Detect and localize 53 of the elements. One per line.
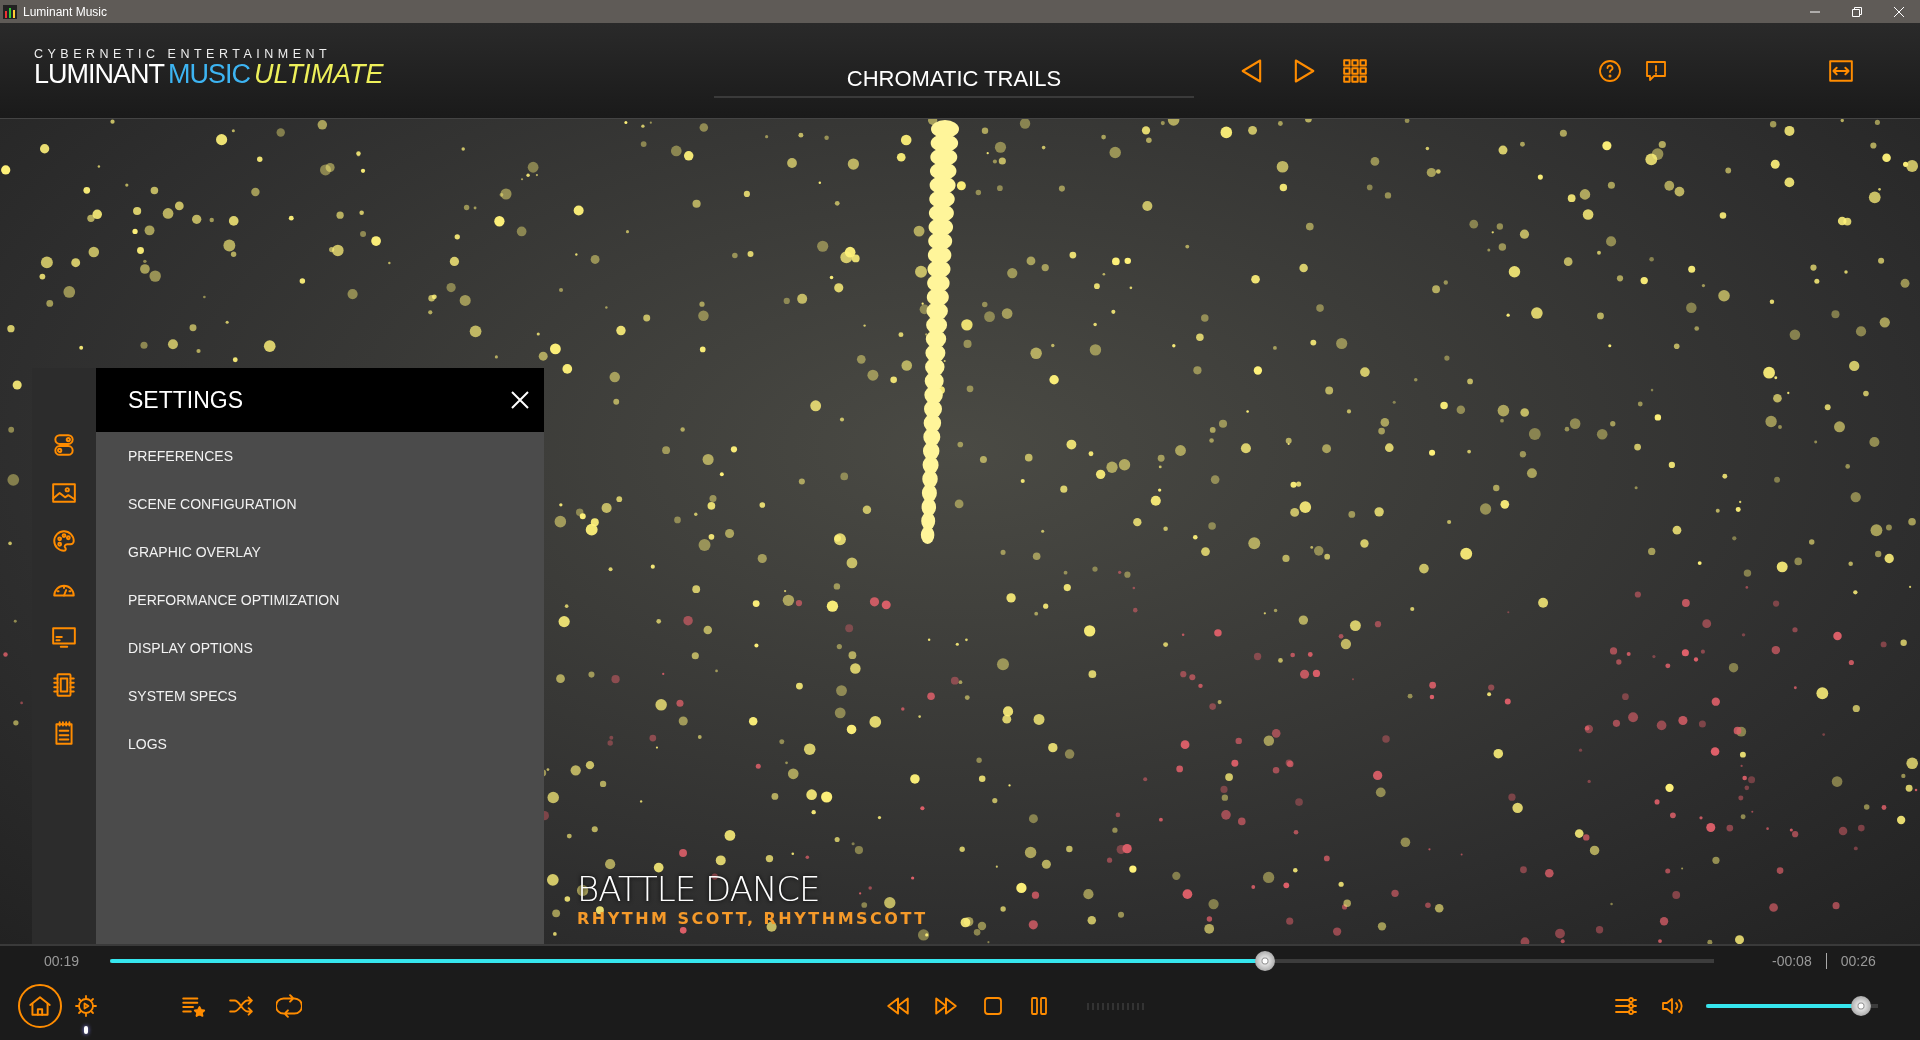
grid-icon — [1342, 57, 1368, 84]
total-duration: 00:26 — [1840, 953, 1876, 969]
close-icon — [510, 390, 530, 410]
fullscreen-button[interactable] — [1828, 57, 1854, 84]
settings-menu-item[interactable]: PREFERENCES — [96, 432, 544, 480]
slider-thumb[interactable] — [1254, 951, 1275, 971]
palette-icon[interactable] — [51, 528, 77, 554]
logo-product: MUSIC — [168, 61, 250, 88]
track-title: BATTLE DANCE — [577, 869, 821, 909]
settings-menu-item[interactable]: PERFORMANCE OPTIMIZATION — [96, 576, 544, 624]
settings-menu-item[interactable]: LOGS — [96, 720, 544, 768]
close-icon[interactable] — [1894, 6, 1904, 17]
shuffle-button[interactable] — [228, 993, 254, 1019]
settings-menu-item[interactable]: DISPLAY OPTIONS — [96, 624, 544, 672]
slider-thumb[interactable] — [1850, 996, 1871, 1016]
logo-edition: ULTIMATE — [254, 61, 384, 88]
image-icon[interactable] — [51, 480, 77, 506]
elapsed-time: 00:19 — [44, 953, 81, 969]
equalizer-button[interactable] — [1614, 994, 1638, 1018]
speech-bubble-exclamation-icon — [1644, 58, 1668, 83]
active-indicator — [84, 1026, 88, 1034]
house-icon — [27, 993, 53, 1019]
grip-handle[interactable] — [1087, 1002, 1144, 1010]
settings-menu-item[interactable]: SCENE CONFIGURATION — [96, 480, 544, 528]
track-artist: RHYTHM SCOTT, RHYTHMSCOTT — [577, 909, 928, 928]
restore-icon[interactable] — [1852, 6, 1862, 17]
settings-menu-item[interactable]: GRAPHIC OVERLAY — [96, 528, 544, 576]
settings-title: SETTINGS — [128, 386, 243, 414]
help-icon — [1598, 58, 1622, 83]
stop-button[interactable] — [981, 994, 1005, 1018]
home-button[interactable] — [18, 984, 62, 1028]
shuffle-icon — [228, 993, 254, 1019]
close-settings-button[interactable] — [510, 390, 530, 410]
window-title: Luminant Music — [23, 4, 108, 19]
feedback-button[interactable] — [1644, 58, 1668, 83]
help-button[interactable] — [1598, 58, 1622, 83]
expand-arrows-icon — [1828, 57, 1854, 84]
logo-name: LUMINANT — [34, 61, 164, 88]
scene-title: CHROMATIC TRAILS — [714, 43, 1194, 98]
stop-icon — [981, 994, 1005, 1018]
monitor-icon[interactable] — [51, 624, 77, 650]
remaining-time: -00:08 — [1772, 953, 1812, 969]
sliders-icon — [1614, 994, 1638, 1018]
settings-button[interactable] — [74, 994, 98, 1018]
repeat-button[interactable] — [276, 993, 302, 1019]
chip-icon[interactable] — [51, 672, 77, 698]
equalizer-app-icon — [3, 4, 17, 19]
grid-button[interactable] — [1342, 57, 1368, 84]
settings-menu-item[interactable]: SYSTEM SPECS — [96, 672, 544, 720]
toggle-switches-icon[interactable] — [51, 432, 77, 458]
gear-icon — [74, 994, 98, 1018]
repeat-icon — [276, 993, 302, 1019]
logo-tagline: CYBERNETIC ENTERTAINMENT — [34, 47, 333, 61]
